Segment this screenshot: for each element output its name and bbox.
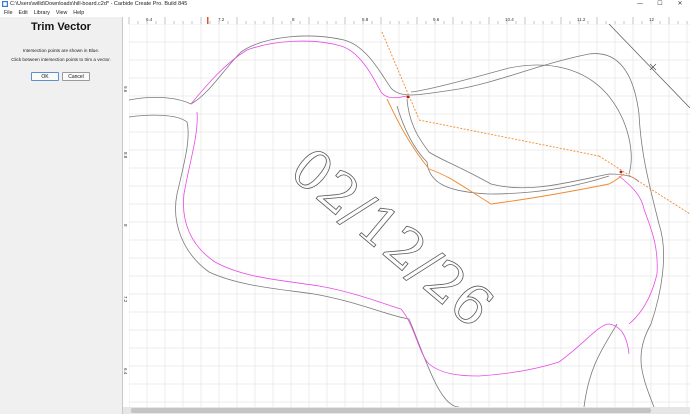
window-controls: — ☐ ✕: [630, 0, 690, 9]
menu-view[interactable]: View: [53, 9, 70, 17]
ruler-label: 7.2: [123, 296, 128, 303]
window-title: C:\Users\willd\Downloads\hill-board.c2d*…: [10, 1, 188, 7]
ruler-label: 12: [649, 17, 655, 22]
ruler-label: 11.2: [577, 17, 586, 22]
intersection-point[interactable]: [619, 170, 623, 174]
trim-guide-line: [418, 119, 600, 157]
ruler-label: 6.4: [123, 368, 128, 375]
menu-edit[interactable]: Edit: [16, 9, 31, 17]
ruler-label: 6.4: [146, 17, 153, 22]
panel-heading: Trim Vector: [31, 21, 91, 33]
canvas-drawing[interactable]: 02/12/26: [129, 24, 690, 407]
ok-button[interactable]: OK: [31, 72, 59, 81]
app-icon: [2, 1, 8, 7]
scrollbar-thumb[interactable]: [131, 408, 651, 413]
intersection-point[interactable]: [406, 95, 410, 99]
ruler-label: 8: [292, 17, 295, 22]
close-button[interactable]: ✕: [670, 0, 690, 9]
inner-vector[interactable]: [410, 64, 632, 175]
design-canvas[interactable]: 02/12/26: [129, 24, 690, 407]
trim-guide-line: [598, 155, 690, 215]
ruler-label: 8: [123, 224, 128, 227]
offset-vector[interactable]: [618, 175, 658, 325]
ruler-label: 10.4: [505, 17, 514, 22]
trim-vector-panel: Trim Vector Intersection points are show…: [0, 17, 123, 414]
ruler-label: 9.6: [123, 86, 128, 93]
ruler-label: 8.8: [362, 17, 369, 22]
instruction-line-1: Intersection points are shown in Blue.: [22, 48, 100, 53]
menu-help[interactable]: Help: [70, 9, 87, 17]
minimize-button[interactable]: —: [630, 0, 650, 9]
maximize-button[interactable]: ☐: [650, 0, 670, 9]
ruler-position-marker: [207, 17, 209, 24]
ruler-label: 8.8: [123, 152, 128, 159]
ruler-label: 7.2: [218, 17, 225, 22]
trim-guide-line: [408, 95, 420, 120]
instruction-line-2: Click between intersection points to tri…: [11, 57, 111, 62]
cancel-button[interactable]: Cancel: [62, 72, 90, 81]
menu-file[interactable]: File: [0, 9, 16, 17]
horizontal-scrollbar[interactable]: [123, 407, 690, 414]
trim-guide-line: [381, 31, 410, 97]
title-bar: C:\Users\willd\Downloads\hill-board.c2d*…: [0, 0, 690, 9]
menu-library[interactable]: Library: [31, 9, 53, 17]
horizontal-ruler-ticks: [128, 17, 688, 24]
ruler-label: 9.6: [433, 17, 440, 22]
menu-bar: File Edit Library View Help: [0, 9, 690, 17]
trim-path[interactable]: [386, 98, 625, 205]
reference-line: [608, 24, 690, 109]
